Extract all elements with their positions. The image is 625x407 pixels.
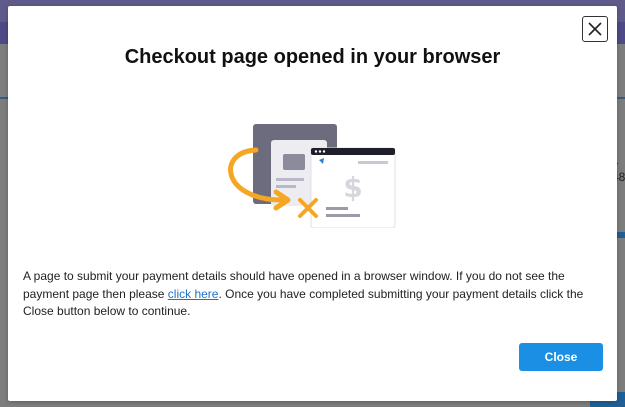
close-button[interactable]: Close bbox=[519, 343, 603, 371]
close-icon-button[interactable] bbox=[582, 16, 608, 42]
text-line-shape bbox=[326, 207, 348, 210]
dollar-icon: $ bbox=[343, 171, 362, 204]
browser-dot-shape bbox=[318, 150, 322, 153]
image-placeholder-shape bbox=[283, 154, 305, 170]
browser-dot-shape bbox=[322, 150, 326, 153]
close-icon bbox=[588, 22, 602, 36]
click-here-link[interactable]: click here bbox=[168, 287, 219, 301]
text-line-shape bbox=[276, 178, 304, 181]
dialog-message: A page to submit your payment details sh… bbox=[23, 268, 608, 321]
text-line-shape bbox=[358, 161, 388, 164]
browser-dot-shape bbox=[314, 150, 318, 153]
browser-checkout-illustration: $ bbox=[228, 124, 396, 228]
dialog-title: Checkout page opened in your browser bbox=[124, 46, 501, 68]
checkout-dialog: Checkout page opened in your browser $ A… bbox=[8, 6, 617, 401]
text-line-shape bbox=[276, 185, 296, 188]
text-line-shape bbox=[326, 214, 360, 217]
background-link bbox=[617, 232, 625, 238]
